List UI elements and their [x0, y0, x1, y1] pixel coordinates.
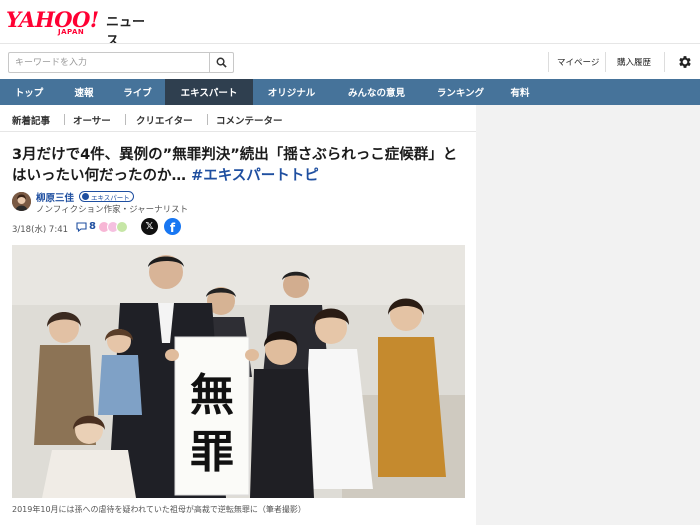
- reaction-face-icon: [116, 221, 128, 233]
- divider: [605, 52, 606, 72]
- logo-wordmark: YAHOO!: [6, 7, 99, 32]
- search-button[interactable]: [209, 53, 233, 72]
- expert-badge-icon: [82, 193, 89, 200]
- author-avatar[interactable]: [12, 192, 31, 211]
- nav-tab-top[interactable]: トップ: [0, 79, 58, 105]
- author-role: ノンフィクション作家・ジャーナリスト: [36, 205, 189, 215]
- divider: [125, 114, 126, 125]
- purchase-history-link[interactable]: 購入履歴: [617, 56, 651, 68]
- comment-icon: [76, 221, 87, 232]
- nav-tab-paid[interactable]: 有料: [498, 79, 542, 105]
- right-column: [476, 105, 700, 525]
- avatar-portrait: [12, 192, 31, 211]
- reaction-faces[interactable]: [98, 221, 128, 233]
- photo-illustration: 無 罪: [12, 245, 465, 498]
- gear-icon[interactable]: [677, 54, 693, 70]
- divider: [64, 114, 65, 125]
- article-title: 3月だけで4件、異例の”無罪判決”続出「揺さぶられっこ症候群」とはいったい何だっ…: [12, 145, 468, 187]
- article-photo[interactable]: 無 罪: [12, 245, 465, 498]
- article-main: 3月だけで4件、異例の”無罪判決”続出「揺さぶられっこ症候群」とはいったい何だっ…: [0, 132, 476, 525]
- subnav-authors[interactable]: オーサー: [73, 113, 111, 127]
- subnav-new-articles[interactable]: 新着記事: [12, 113, 50, 127]
- subnav-creators[interactable]: クリエイター: [136, 113, 193, 127]
- nav-tab-live[interactable]: ライブ: [110, 79, 165, 105]
- divider: [664, 52, 665, 72]
- search-icon: [216, 57, 227, 68]
- divider: [207, 114, 208, 125]
- author-name[interactable]: 柳原三佳: [36, 190, 74, 204]
- nav-tab-ranking[interactable]: ランキング: [423, 79, 498, 105]
- mypage-link[interactable]: マイページ: [557, 56, 599, 68]
- site-header: YAHOO! JAPAN ニュース: [0, 0, 700, 49]
- nav-tab-original[interactable]: オリジナル: [253, 79, 330, 105]
- search-bar-row: マイページ 購入履歴: [0, 43, 700, 79]
- comment-count-value: 8: [89, 221, 96, 232]
- nav-tab-opinions[interactable]: みんなの意見: [330, 79, 423, 105]
- expert-badge-label: エキスパート: [91, 193, 130, 202]
- facebook-icon[interactable]: f: [164, 218, 181, 235]
- photo-calligraphy-upper: 無: [190, 370, 234, 421]
- subnav-commentators[interactable]: コメンテーター: [216, 113, 283, 127]
- hashtag-link[interactable]: #エキスパートトピ: [191, 168, 319, 184]
- search-box: [8, 52, 234, 73]
- expert-badge: エキスパート: [79, 191, 134, 202]
- publish-date: 3/18(水) 7:41: [12, 225, 69, 235]
- expert-subnav: 新着記事 オーサー クリエイター コメンテーター: [0, 105, 476, 132]
- main-nav: トップ 速報 ライブ エキスパート オリジナル みんなの意見 ランキング 有料: [0, 79, 700, 105]
- nav-tab-breaking[interactable]: 速報: [58, 79, 110, 105]
- search-input[interactable]: [15, 56, 205, 70]
- yahoo-japan-logo[interactable]: YAHOO! JAPAN ニュース: [6, 7, 156, 49]
- logo-sub: JAPAN: [58, 28, 85, 36]
- x-icon[interactable]: 𝕏: [141, 218, 158, 235]
- divider: [548, 52, 549, 72]
- comment-button[interactable]: 8: [76, 221, 96, 232]
- photo-calligraphy-lower: 罪: [190, 427, 234, 478]
- photo-caption: 2019年10月には孫への虐待を疑われていた祖母が高裁で逆転無罪に（筆者撮影）: [12, 505, 306, 514]
- nav-tab-expert[interactable]: エキスパート: [165, 79, 253, 105]
